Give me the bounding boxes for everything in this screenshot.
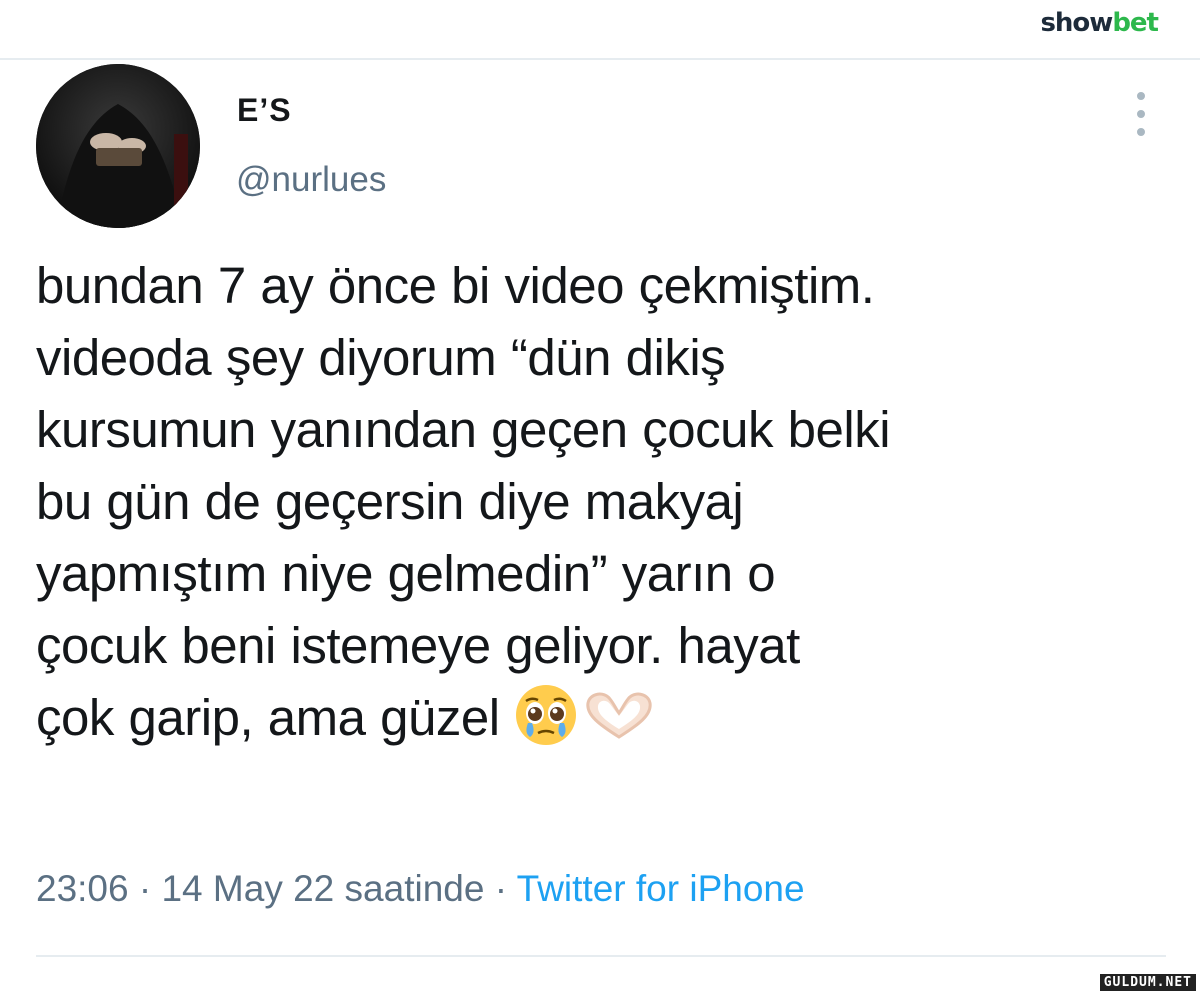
site-watermark: GULDUM.NET — [1099, 974, 1196, 991]
separator-dot: · — [138, 868, 152, 909]
tweet-line-last: çok garip, ama güzel — [36, 682, 1176, 754]
heart-hands-emoji — [586, 692, 652, 739]
tweet-source-link[interactable]: Twitter for iPhone — [517, 868, 805, 909]
avatar-photo — [36, 64, 200, 228]
display-name[interactable]: E’S — [237, 92, 292, 129]
more-options-icon[interactable] — [1130, 92, 1152, 136]
top-divider — [0, 58, 1200, 60]
tweet-line-text: çok garip, ama güzel — [36, 689, 500, 746]
tweet-line: bu gün de geçersin diye makyaj — [36, 473, 744, 530]
more-dot — [1137, 110, 1145, 118]
bottom-divider — [36, 955, 1166, 957]
tweet-line: videoda şey diyorum “dün dikiş — [36, 329, 726, 386]
separator-dot: · — [494, 868, 508, 909]
tweet-line: yapmıştım niye gelmedin” yarın o — [36, 545, 776, 602]
top-bar: showbet — [0, 0, 1200, 58]
showbet-logo: showbet — [1040, 8, 1159, 38]
pleading-face-with-tear-emoji — [515, 685, 576, 745]
tweet-time[interactable]: 23:06 — [36, 868, 129, 909]
tweet-text: bundan 7 ay önce bi video çekmiştim. vid… — [36, 250, 1176, 754]
tweet-date[interactable]: 14 May 22 saatinde — [161, 868, 484, 909]
more-dot — [1137, 128, 1145, 136]
tweet-line: kursumun yanından geçen çocuk belki — [36, 401, 891, 458]
tweet-meta: 23:06 · 14 May 22 saatinde · Twitter for… — [36, 868, 805, 910]
user-handle[interactable]: @nurlues — [236, 160, 386, 200]
more-dot — [1137, 92, 1145, 100]
avatar[interactable] — [36, 64, 200, 228]
tweet-line: çocuk beni istemeye geliyor. hayat — [36, 617, 800, 674]
tweet-line: bundan 7 ay önce bi video çekmiştim. — [36, 257, 875, 314]
